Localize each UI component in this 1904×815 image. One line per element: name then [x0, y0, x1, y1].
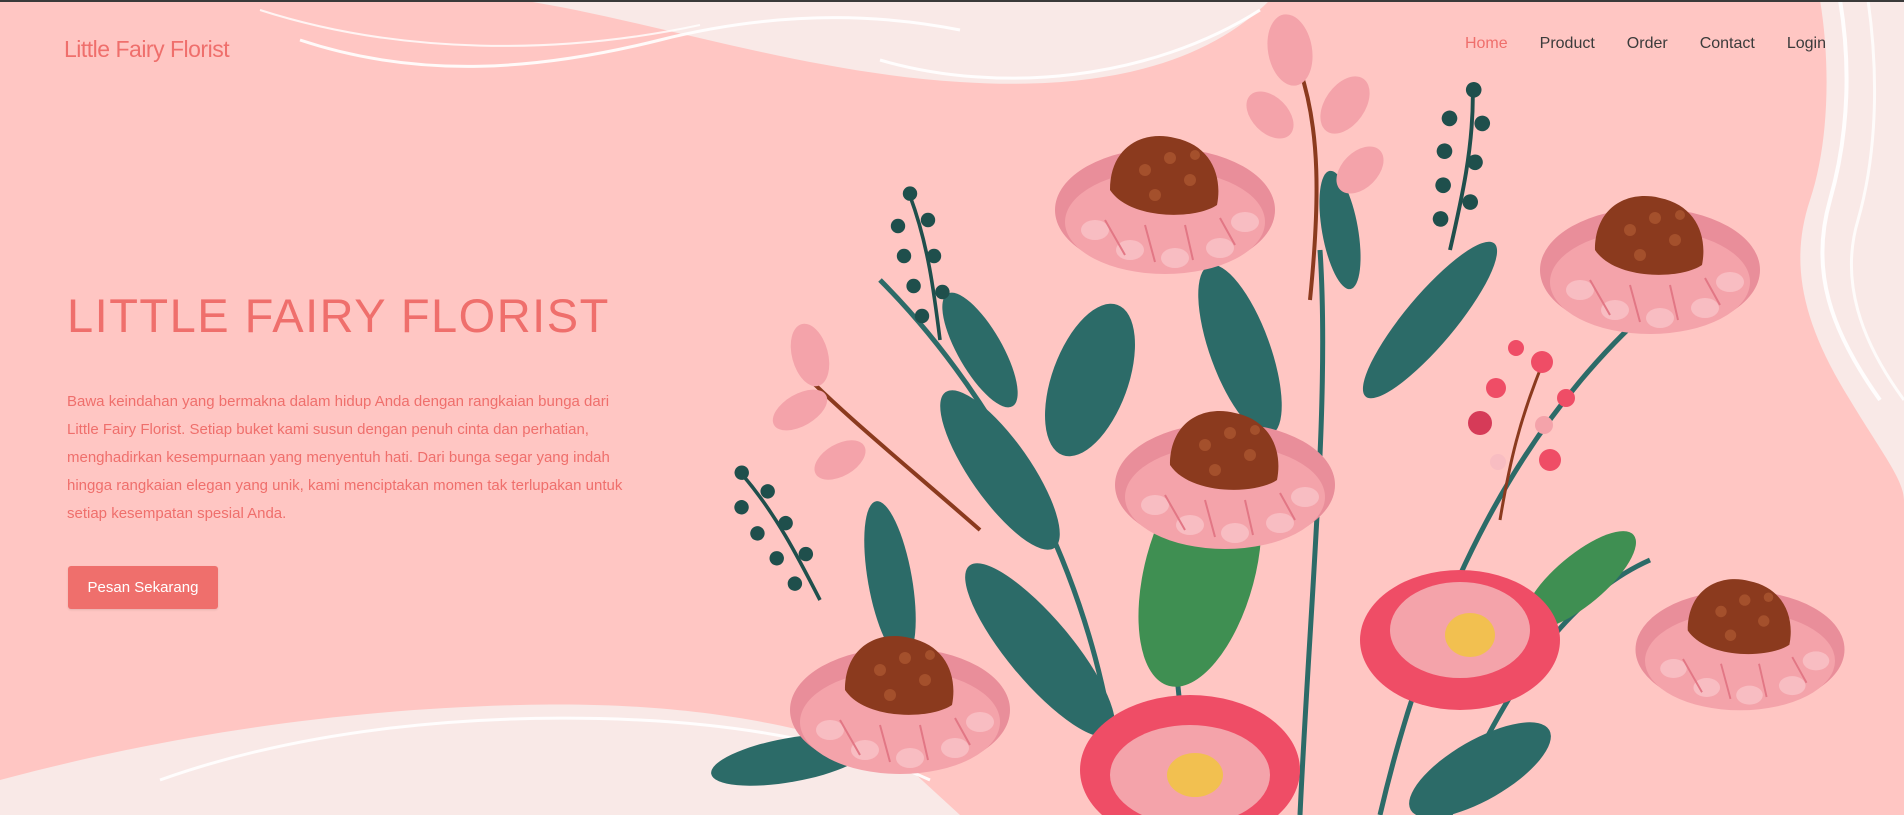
top-border	[0, 0, 1904, 2]
nav-link-order[interactable]: Order	[1627, 35, 1668, 53]
order-now-button[interactable]: Pesan Sekarang	[68, 566, 218, 609]
nav-link-login[interactable]: Login	[1787, 35, 1826, 53]
hero-section: LITTLE FAIRY FLORIST Bawa keindahan yang…	[67, 288, 627, 528]
nav-link-product[interactable]: Product	[1540, 35, 1595, 53]
hero-title: LITTLE FAIRY FLORIST	[67, 289, 610, 342]
nav-menu: Home Product Order Contact Login	[1465, 35, 1826, 53]
flower-bouquet-illustration	[711, 14, 1846, 815]
nav-link-home[interactable]: Home	[1465, 35, 1508, 53]
navbar: Little Fairy Florist Home Product Order …	[0, 0, 1904, 92]
nav-link-contact[interactable]: Contact	[1700, 35, 1755, 53]
brand-logo[interactable]: Little Fairy Florist	[64, 36, 230, 63]
hero-description: Bawa keindahan yang bermakna dalam hidup…	[67, 393, 623, 522]
